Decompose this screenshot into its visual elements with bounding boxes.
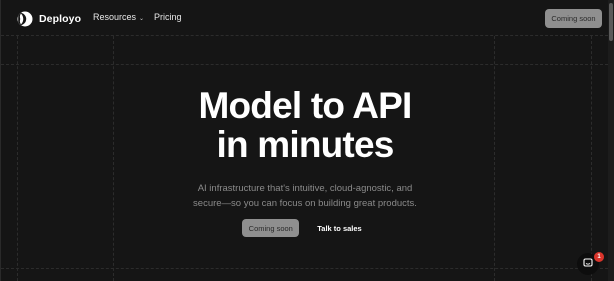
nav-coming-soon-button[interactable]: Coming soon [545, 9, 602, 28]
guide-line [1, 268, 608, 269]
hero-subtitle-line-2: secure—so you can focus on building grea… [193, 198, 417, 209]
hero-title-line-2: in minutes [216, 124, 394, 165]
nav-resources[interactable]: Resources ⌄ [93, 12, 144, 22]
navbar: Deployo Resources ⌄ Pricing Coming soon [1, 0, 609, 36]
nav-pricing-label: Pricing [154, 12, 182, 22]
talk-to-sales-link[interactable]: Talk to sales [311, 224, 367, 233]
scrollbar-thumb[interactable] [609, 3, 613, 41]
nav-resources-label: Resources [93, 12, 137, 22]
logo-icon [17, 11, 33, 27]
guide-line [1, 64, 608, 65]
chat-icon [583, 255, 593, 273]
brand-name: Deployo [39, 13, 82, 25]
hero-title-line-1: Model to API [198, 85, 412, 126]
hero-actions: Coming soon Talk to sales [1, 219, 609, 237]
hero-subtitle-line-1: AI infrastructure that's intuitive, clou… [197, 183, 413, 194]
hero-title: Model to API in minutes [1, 86, 609, 164]
page: Deployo Resources ⌄ Pricing Coming soon … [0, 0, 614, 281]
nav-pricing[interactable]: Pricing [154, 12, 182, 22]
scrollbar[interactable] [608, 0, 614, 281]
hero-coming-soon-button[interactable]: Coming soon [242, 219, 300, 237]
brand-logo[interactable]: Deployo [17, 11, 81, 27]
hero-subtitle: AI infrastructure that's intuitive, clou… [1, 181, 609, 211]
notification-badge: 1 [594, 252, 604, 262]
chevron-down-icon: ⌄ [139, 15, 145, 22]
